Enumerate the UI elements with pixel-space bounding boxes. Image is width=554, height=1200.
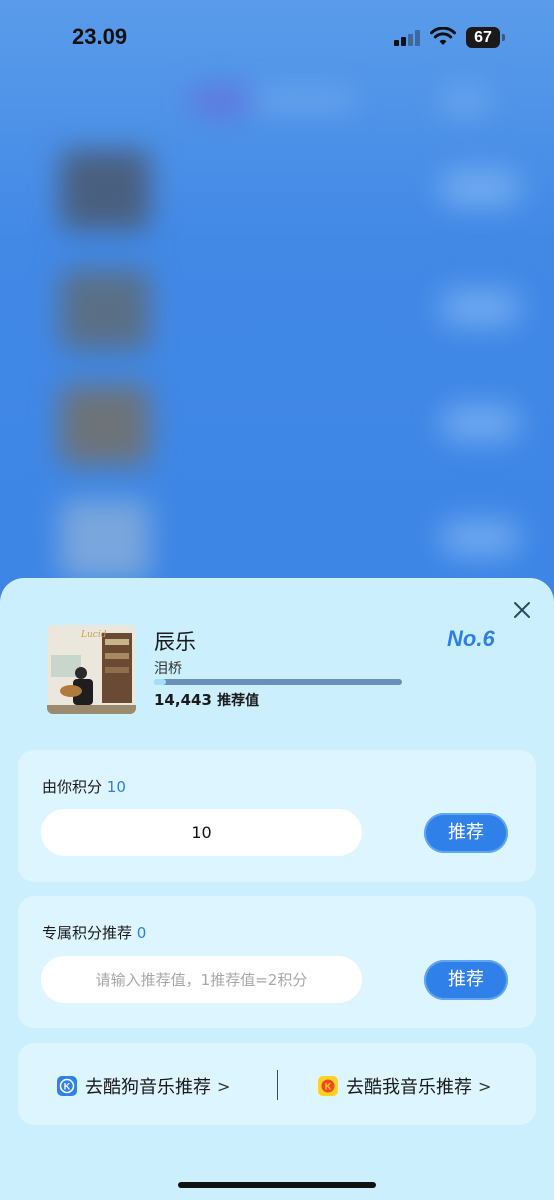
blurred-pill bbox=[440, 170, 520, 206]
cellular-signal-icon bbox=[394, 30, 422, 46]
song-title: 辰乐 bbox=[154, 630, 196, 654]
recommend-progress-bar bbox=[154, 679, 402, 685]
blurred-pill bbox=[440, 520, 520, 556]
cover-title-text: Lucid bbox=[80, 630, 107, 640]
your-points-label: 由你积分 10 bbox=[42, 776, 126, 797]
chevron-right-icon: > bbox=[217, 1076, 231, 1096]
kugou-link-label: 去酷狗音乐推荐 bbox=[85, 1077, 211, 1098]
points-input[interactable] bbox=[41, 809, 362, 856]
blurred-pill bbox=[440, 290, 520, 326]
blurred-pill bbox=[440, 405, 520, 441]
battery-icon: 67 bbox=[466, 27, 500, 48]
battery-nub bbox=[502, 34, 505, 41]
blurred-thumbnail bbox=[60, 500, 150, 580]
exclusive-recommend-button[interactable]: 推荐 bbox=[424, 960, 508, 1000]
status-bar: 23.09 67 bbox=[0, 0, 554, 80]
your-points-text: 由你积分 bbox=[42, 778, 103, 796]
kuwo-app-icon: K bbox=[318, 1076, 338, 1096]
album-cover-art: Lucid bbox=[47, 625, 136, 714]
recommend-button[interactable]: 推荐 bbox=[424, 813, 508, 853]
kugou-recommend-link[interactable]: K 去酷狗音乐推荐 > bbox=[57, 1074, 230, 1098]
svg-text:K: K bbox=[64, 1082, 71, 1092]
rank-badge: No.6 bbox=[447, 626, 495, 651]
blurred-action bbox=[440, 86, 490, 116]
status-time: 23.09 bbox=[72, 24, 128, 49]
blurred-avatar bbox=[190, 86, 250, 116]
exclusive-points-text: 专属积分推荐 bbox=[42, 924, 133, 942]
kuwo-link-label: 去酷我音乐推荐 bbox=[346, 1077, 472, 1098]
exclusive-points-input[interactable] bbox=[41, 956, 362, 1003]
recommend-progress-fill bbox=[154, 679, 167, 685]
exclusive-points-label: 专属积分推荐 0 bbox=[42, 922, 146, 943]
svg-text:K: K bbox=[325, 1082, 332, 1092]
blurred-thumbnail bbox=[60, 385, 150, 465]
album-cover: Lucid bbox=[47, 625, 136, 714]
blurred-thumbnail bbox=[60, 270, 150, 350]
blurred-content bbox=[0, 0, 554, 620]
blurred-thumbnail bbox=[60, 150, 150, 230]
kuwo-recommend-link[interactable]: K 去酷我音乐推荐 > bbox=[318, 1074, 491, 1098]
links-divider bbox=[277, 1070, 278, 1100]
home-indicator bbox=[178, 1182, 376, 1188]
blurred-heading bbox=[255, 92, 355, 108]
chevron-right-icon: > bbox=[478, 1076, 492, 1096]
wifi-icon bbox=[430, 27, 456, 45]
close-icon[interactable] bbox=[512, 600, 532, 620]
song-artist: 泪桥 bbox=[154, 661, 182, 677]
recommend-score: 14,443 推荐值 bbox=[154, 690, 259, 710]
exclusive-points-value: 0 bbox=[136, 924, 147, 942]
score-label: 推荐值 bbox=[217, 693, 260, 709]
your-points-value: 10 bbox=[106, 778, 126, 796]
kugou-app-icon: K bbox=[57, 1076, 77, 1096]
score-value: 14,443 bbox=[154, 691, 212, 709]
